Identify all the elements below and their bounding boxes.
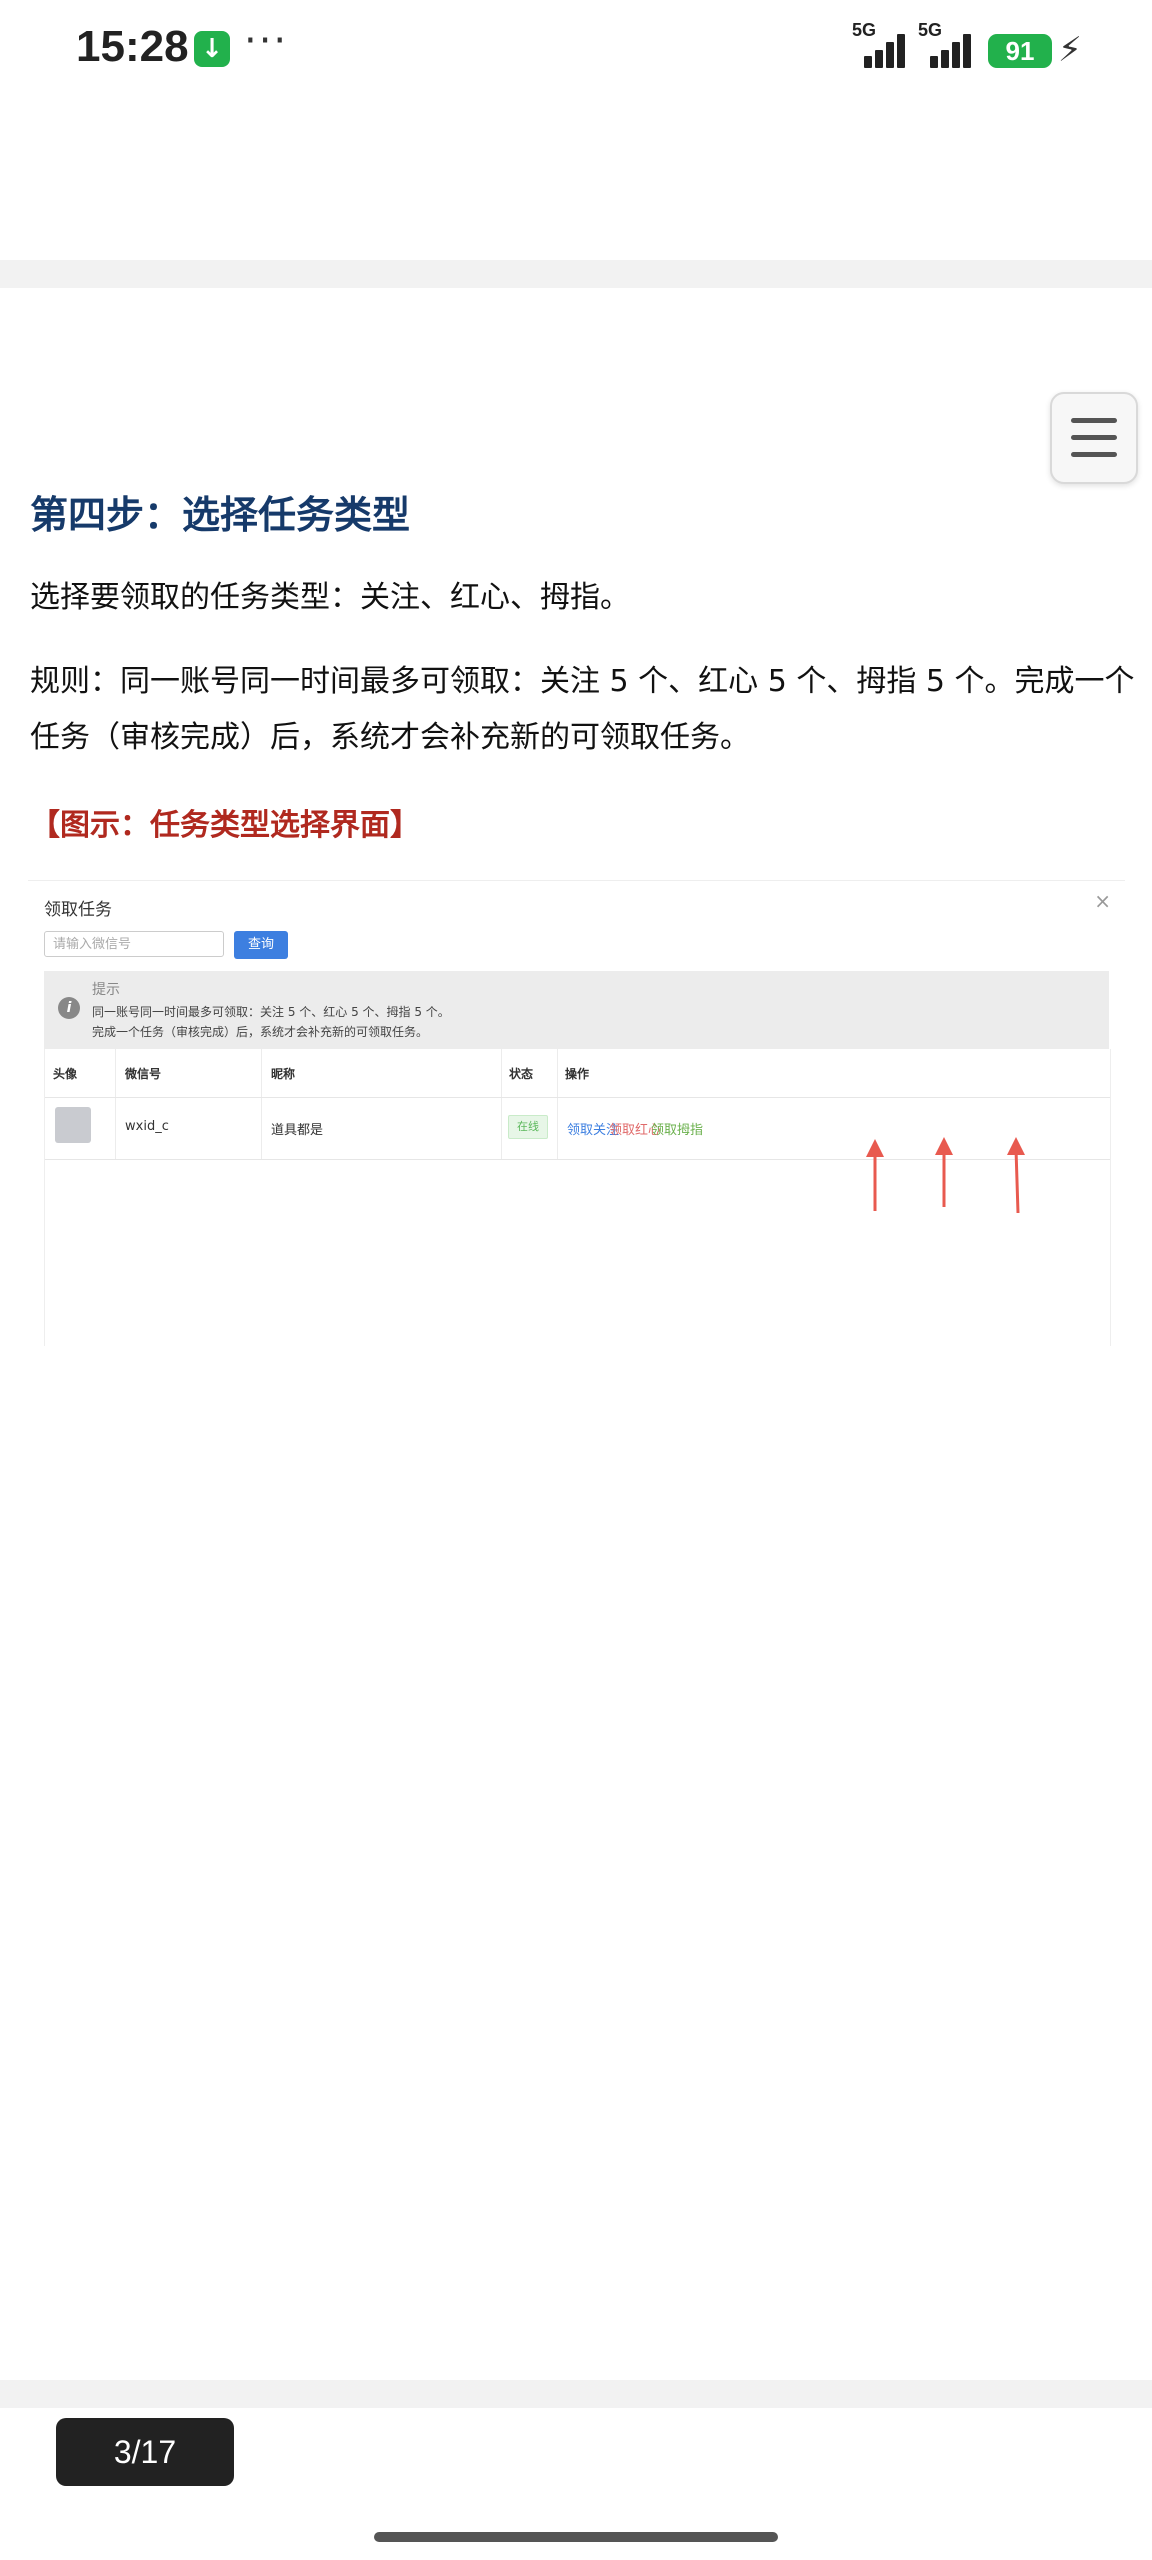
status-bar: 15:28 ↓ ··· 5G 5G 91 ⚡ xyxy=(0,0,1152,100)
figure-screenshot: 领取任务 × 请输入微信号 查询 i 提示 同一账号同一时间最多可领取：关注 5… xyxy=(28,880,1125,1346)
status-time: 15:28 xyxy=(76,22,189,71)
intro-text: 选择要领取的任务类型：关注、红心、拇指。 xyxy=(30,580,630,615)
hamburger-icon xyxy=(1071,418,1117,423)
more-dots: ··· xyxy=(244,18,289,64)
signal-icon: 5G xyxy=(852,20,918,68)
figure-title: 【图示：任务类型选择界面】 xyxy=(30,808,420,843)
annotation-arrows xyxy=(866,1137,1025,1214)
battery-indicator: 91 xyxy=(988,34,1052,68)
home-indicator[interactable] xyxy=(374,2532,778,2542)
divider-band xyxy=(0,2380,1152,2408)
signal-icon-2: 5G xyxy=(918,20,984,68)
divider-band xyxy=(0,260,1152,288)
page-indicator: 3/17 xyxy=(56,2418,234,2486)
arrow-down-icon: ↓ xyxy=(194,31,230,67)
step-title: 第四步：选择任务类型 xyxy=(30,493,411,537)
menu-button[interactable] xyxy=(1050,392,1138,484)
rule-text: 规则：同一账号同一时间最多可领取：关注 5 个、红心 5 个、拇指 5 个。完成… xyxy=(30,664,1135,755)
bolt-icon: ⚡ xyxy=(1058,30,1082,70)
